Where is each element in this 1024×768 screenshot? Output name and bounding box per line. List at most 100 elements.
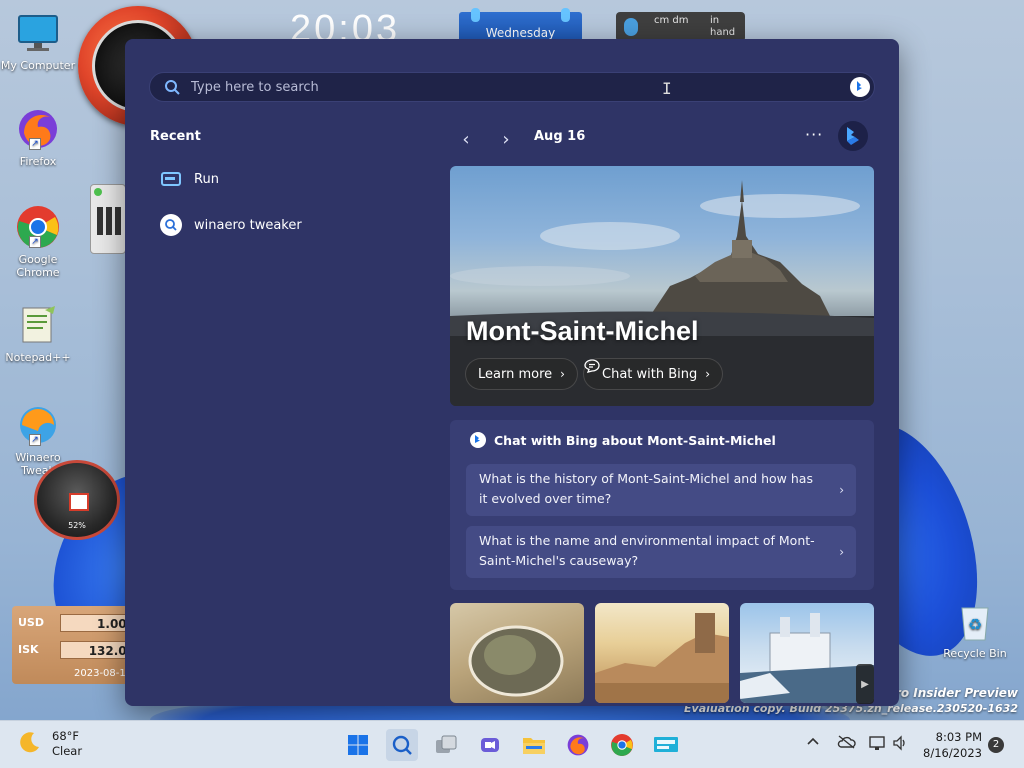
chevron-right-icon: › — [839, 483, 844, 497]
windows-logo-icon — [348, 735, 368, 755]
search-icon — [156, 214, 186, 236]
bing-chat-button[interactable] — [838, 121, 868, 151]
chevron-right-icon: › — [560, 367, 565, 381]
start-button[interactable] — [342, 729, 374, 761]
recent-item-winaero-tweaker[interactable]: winaero tweaker — [150, 207, 420, 243]
bing-icon[interactable] — [850, 77, 870, 97]
piano-key — [97, 207, 103, 235]
recycle-bin-icon: ♻ — [952, 598, 998, 644]
recent-item-label: winaero tweaker — [194, 217, 302, 233]
chevron-left-icon[interactable]: ‹ — [452, 129, 480, 150]
play-right-icon: ▶ — [861, 678, 869, 690]
bing-question-text: What is the history of Mont-Saint-Michel… — [479, 471, 813, 506]
taskbar-search-button[interactable] — [386, 729, 418, 761]
desktop-icon-notepadpp[interactable]: Notepad++ — [0, 302, 76, 364]
converter-right-unit: in hand — [710, 15, 736, 38]
firefox-icon — [567, 734, 589, 756]
cpu-meter-gadget[interactable]: 52% — [34, 460, 120, 540]
desktop-icon-label: Recycle Bin — [943, 647, 1007, 660]
search-icon — [392, 735, 412, 755]
monitor-icon — [654, 737, 678, 752]
hero-title: Mont-Saint-Michel — [466, 316, 699, 346]
status-dot-icon — [94, 188, 102, 196]
network-icon[interactable] — [868, 735, 886, 755]
currency-code[interactable]: USD — [18, 616, 44, 629]
cpu-core-icon — [69, 493, 89, 511]
calendar-gadget[interactable]: Wednesday — [459, 8, 582, 42]
converter-left-unit: cm dm — [654, 15, 689, 26]
desktop-icon-chrome[interactable]: ↗ Google Chrome — [0, 204, 76, 279]
chat-card-heading-text: Chat with Bing about Mont-Saint-Michel — [494, 432, 776, 448]
search-box[interactable] — [149, 72, 875, 102]
currency-gadget[interactable]: USD 1.000 ISK 132.00 2023-08-1 — [12, 606, 140, 684]
date-label: Aug 16 — [534, 129, 586, 144]
shortcut-arrow-icon: ↗ — [29, 434, 41, 446]
weather-widget[interactable]: 68°F Clear — [18, 729, 82, 759]
weather-temp: 68°F — [52, 729, 79, 743]
thumbnail-card[interactable] — [450, 603, 584, 703]
firefox-icon: ↗ — [15, 106, 61, 152]
taskbar-clock[interactable]: 8:03 PM 8/16/2023 — [910, 729, 982, 761]
remote-desktop-button[interactable] — [650, 729, 682, 761]
shortcut-arrow-icon: ↗ — [29, 138, 41, 150]
chat-with-bing-button[interactable]: Chat with Bing › — [583, 358, 724, 390]
task-view-icon — [436, 735, 457, 753]
chevron-right-icon: › — [839, 545, 844, 559]
video-chat-icon — [481, 738, 499, 752]
chat-card-heading: Chat with Bing about Mont-Saint-Michel — [470, 432, 776, 448]
chrome-button[interactable] — [606, 729, 638, 761]
notification-badge[interactable]: 2 — [988, 737, 1004, 753]
teams-chat-button[interactable] — [474, 729, 506, 761]
piano-key — [115, 207, 121, 235]
taskbar-time: 8:03 PM — [935, 730, 982, 744]
desktop-icon-firefox[interactable]: ↗ Firefox — [0, 106, 76, 168]
desktop-icon-my-computer[interactable]: My Computer — [0, 10, 76, 72]
thumbnail-card[interactable] — [740, 603, 874, 703]
calendar-day: Wednesday — [485, 26, 556, 40]
bing-question[interactable]: What is the name and environmental impac… — [466, 526, 856, 578]
moon-icon — [18, 730, 42, 758]
folder-icon — [523, 738, 545, 754]
date-nav: ‹ › — [452, 127, 520, 151]
piano-key — [106, 207, 112, 235]
more-options-icon[interactable]: ··· — [805, 125, 823, 144]
desktop-icon-label: My Computer — [0, 59, 76, 72]
search-input[interactable] — [191, 73, 811, 101]
cloud-offline-icon[interactable] — [836, 735, 856, 753]
desktop-icon-label: Notepad++ — [5, 351, 71, 364]
run-icon — [156, 172, 186, 186]
desktop-icon-label: Google Chrome — [16, 253, 60, 279]
piano-gadget[interactable] — [90, 184, 126, 254]
recent-heading: Recent — [150, 129, 201, 144]
task-view-button[interactable] — [430, 729, 462, 761]
volume-icon[interactable] — [892, 735, 908, 755]
chevron-right-icon[interactable]: › — [492, 129, 520, 150]
hero-card[interactable]: Mont-Saint-Michel Learn more › Chat with… — [450, 166, 874, 406]
weather-desc: Clear — [52, 744, 83, 758]
desktop-icon-recycle-bin[interactable]: ♻ Recycle Bin — [937, 598, 1013, 660]
file-explorer-button[interactable] — [518, 729, 550, 761]
search-icon — [164, 79, 180, 99]
taskbar: 68°F Clear 8:03 PM 8/16/2023 2 — [0, 720, 1024, 768]
learn-more-button[interactable]: Learn more › — [465, 358, 578, 390]
currency-date: 2023-08-1 — [74, 668, 126, 679]
thumbnail-card[interactable] — [595, 603, 729, 703]
firefox-button[interactable] — [562, 729, 594, 761]
recent-item-run[interactable]: Run — [150, 161, 420, 197]
abbey-walls-image — [595, 613, 729, 703]
pin-icon — [561, 8, 570, 22]
chat-with-bing-label: Chat with Bing — [602, 366, 698, 382]
currency-code[interactable]: ISK — [18, 643, 39, 656]
scroll-right-button[interactable]: ▶ — [856, 664, 874, 704]
unit-converter-gadget[interactable]: cm dm in hand — [616, 12, 745, 42]
learn-more-label: Learn more — [478, 366, 553, 382]
bing-question[interactable]: What is the history of Mont-Saint-Michel… — [466, 464, 856, 516]
chevron-up-icon[interactable] — [806, 735, 820, 750]
bing-question-text: What is the name and environmental impac… — [479, 533, 815, 568]
winaero-icon: ↗ — [15, 402, 61, 448]
taskbar-date: 8/16/2023 — [923, 746, 982, 760]
svg-text:♻: ♻ — [968, 615, 982, 634]
search-flyout: I Recent Run winaero tweaker ‹ › Aug 16 … — [125, 39, 899, 706]
recent-item-label: Run — [194, 171, 219, 187]
cpu-percent: 52% — [68, 521, 86, 530]
